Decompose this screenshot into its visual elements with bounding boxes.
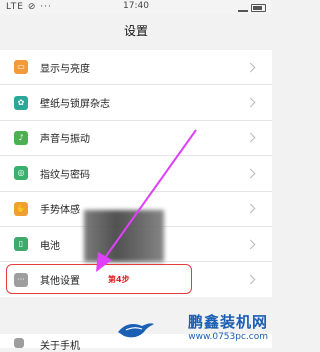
info-icon	[14, 338, 24, 348]
watermark-brand: 鹏鑫装机网	[187, 313, 268, 331]
annotation-arrow	[96, 129, 197, 272]
watermark-url: www.0753pc.com	[188, 332, 268, 342]
watermark: 鹏鑫装机网 www.0753pc.com	[188, 311, 268, 342]
arrow-shaft	[101, 129, 197, 263]
setting-label: 关于手机	[40, 341, 80, 352]
arrow-head	[96, 252, 112, 272]
bird-logo-icon	[118, 323, 154, 338]
